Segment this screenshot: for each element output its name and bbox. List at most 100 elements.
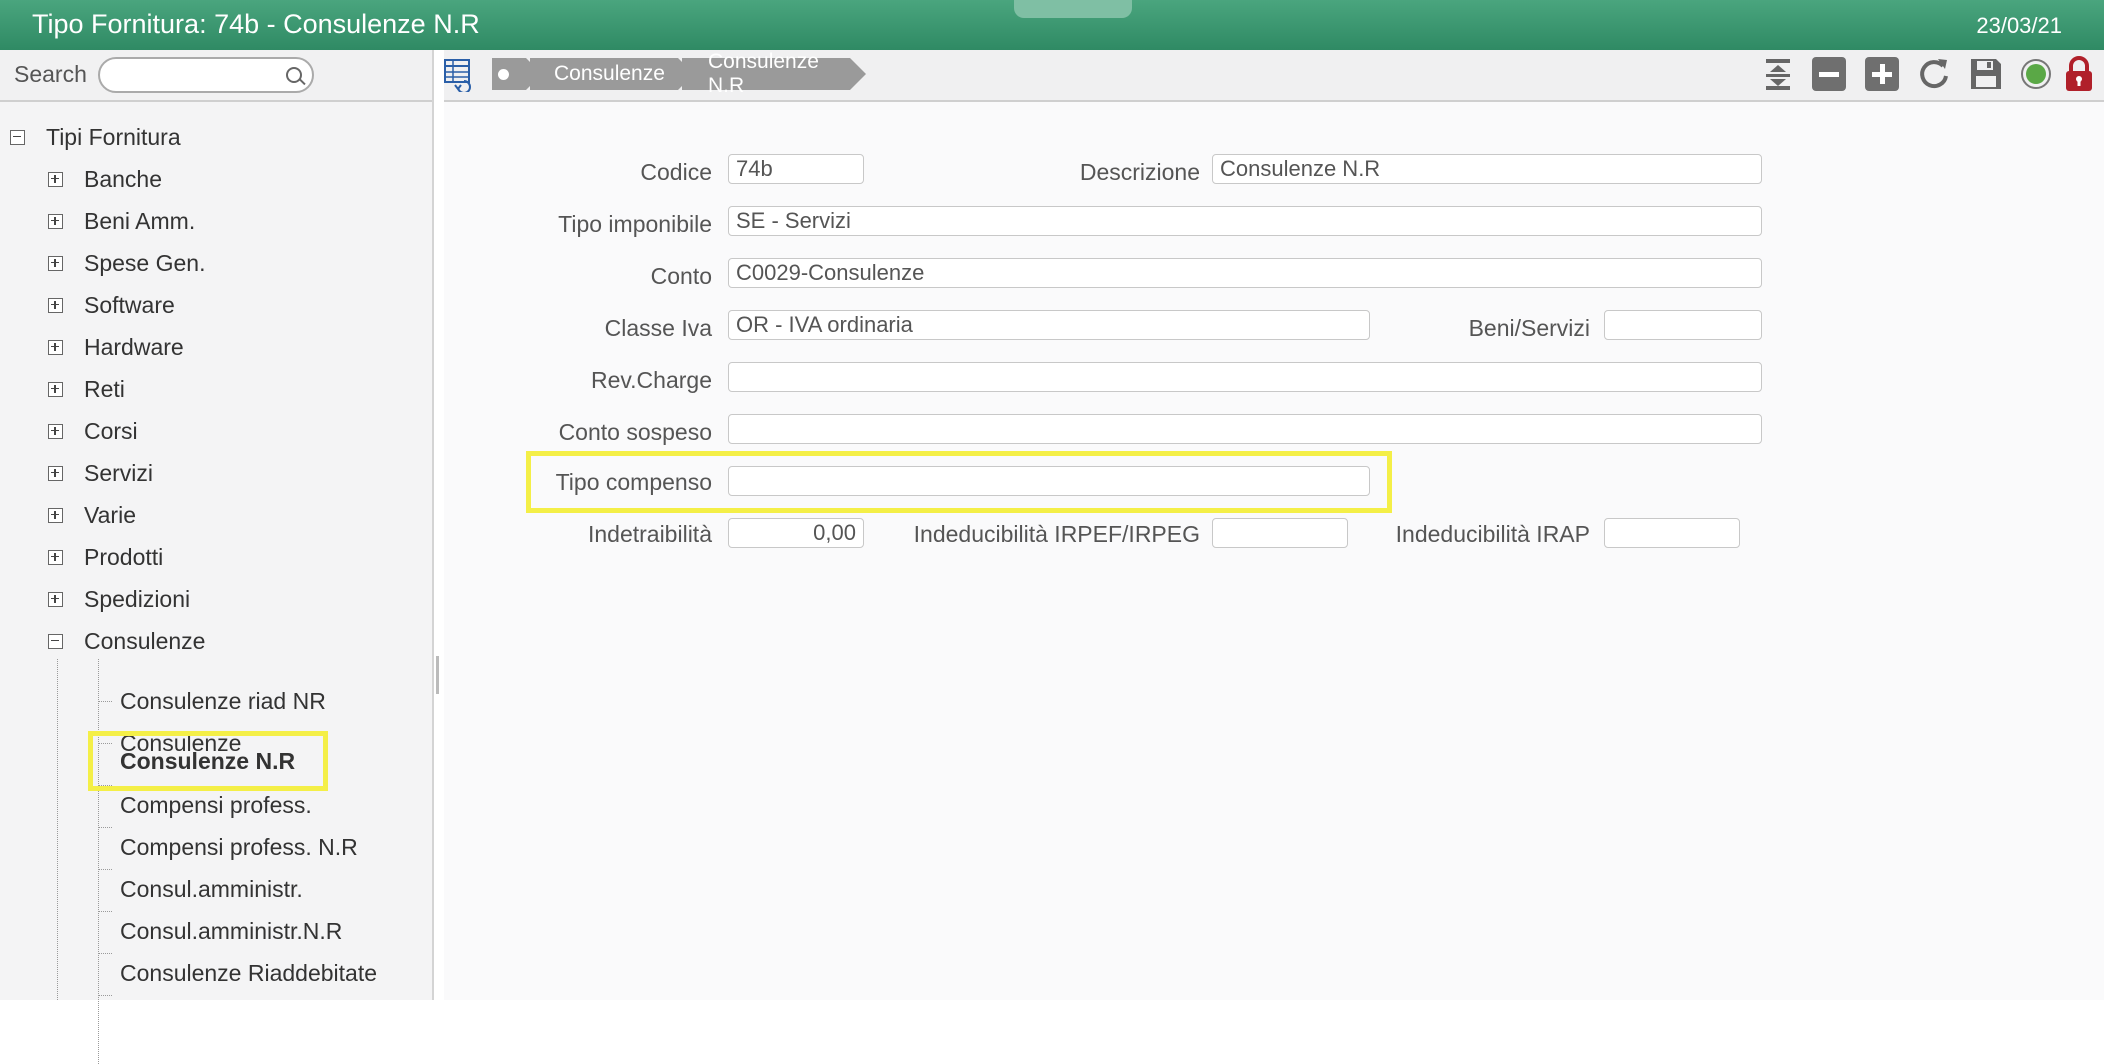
conto-input[interactable]	[729, 259, 1761, 287]
rev-charge-label: Rev.Charge	[590, 367, 712, 393]
expand-toggle-icon[interactable]	[48, 339, 63, 355]
tree-node-root[interactable]: Tipi Fornitura	[10, 120, 181, 154]
tree-node-label: Tipi Fornitura	[46, 123, 181, 150]
codice-label: Codice	[640, 159, 712, 185]
tree-node-varie[interactable]: Varie	[48, 498, 136, 532]
tree-node-label: Software	[84, 291, 175, 318]
status-icon[interactable]	[2018, 56, 2054, 92]
collapse-icon[interactable]	[1760, 56, 1796, 92]
search-input[interactable]	[112, 63, 276, 87]
tree-node-hardware[interactable]: Hardware	[48, 330, 184, 364]
conto-field[interactable]	[728, 258, 1762, 288]
tree-connector	[57, 659, 58, 1000]
tree-leaf-consulenze-riad-nr[interactable]: Consulenze riad NR	[120, 684, 326, 718]
tree-leaf-consul-amministr[interactable]: Consul.amministr.	[120, 872, 303, 906]
expand-toggle-icon[interactable]	[48, 591, 63, 607]
tree-node-label: Varie	[84, 501, 136, 528]
tree-node-label: Spedizioni	[84, 585, 191, 612]
descrizione-input[interactable]	[1213, 155, 1761, 183]
tree-node-label: Banche	[84, 165, 163, 192]
tipo-imponibile-field[interactable]	[728, 206, 1762, 236]
expand-toggle-icon[interactable]	[48, 381, 63, 397]
tree-node-banche[interactable]: Banche	[48, 162, 162, 196]
toolbar: Consulenze Consulenze N.R	[444, 50, 2104, 102]
indeducibilita-irap-input[interactable]	[1605, 519, 1739, 547]
window-title: Tipo Fornitura: 74b - Consulenze N.R	[32, 9, 480, 39]
tree-node-spese-gen[interactable]: Spese Gen.	[48, 246, 205, 280]
sidebar: Search Tipi Fornitura Banche Beni Amm. S…	[0, 50, 434, 1064]
conto-sospeso-input[interactable]	[729, 415, 1761, 443]
collapse-toggle-icon[interactable]	[10, 129, 25, 145]
tree-node-prodotti[interactable]: Prodotti	[48, 540, 163, 574]
table-view-icon[interactable]	[444, 56, 474, 94]
tree-node-spedizioni[interactable]: Spedizioni	[48, 582, 190, 616]
indeducibilita-irap-field[interactable]	[1604, 518, 1740, 548]
add-icon[interactable]	[1865, 57, 1899, 91]
tree-node-label: Beni Amm.	[84, 207, 196, 234]
tree-leaf-compensi-profess-nr[interactable]: Compensi profess. N.R	[120, 830, 358, 864]
tree-node-consulenze[interactable]: Consulenze	[48, 624, 205, 658]
search-bar: Search	[0, 50, 432, 102]
descrizione-field[interactable]	[1212, 154, 1762, 184]
search-icon[interactable]	[286, 67, 302, 83]
tree-node-beni-amm[interactable]: Beni Amm.	[48, 204, 195, 238]
main-panel: Consulenze Consulenze N.R Codice 74b Des…	[444, 50, 2104, 1000]
expand-toggle-icon[interactable]	[48, 297, 63, 313]
indetraibilita-input[interactable]	[729, 519, 863, 547]
current-date: 23/03/21	[1976, 13, 2062, 38]
lock-icon[interactable]	[2061, 56, 2097, 92]
breadcrumb-item-consulenze[interactable]: Consulenze	[530, 58, 697, 90]
indetraibilita-field[interactable]	[728, 518, 864, 548]
plus-glyph-v	[1879, 64, 1885, 84]
expand-toggle-icon[interactable]	[48, 255, 63, 271]
tree-node-corsi[interactable]: Corsi	[48, 414, 138, 448]
tree-node-label: Hardware	[84, 333, 184, 360]
refresh-icon[interactable]	[1916, 56, 1952, 92]
expand-toggle-icon[interactable]	[48, 213, 63, 229]
expand-toggle-icon[interactable]	[48, 465, 63, 481]
indeducibilita-irpef-input[interactable]	[1213, 519, 1347, 547]
classe-iva-input[interactable]	[729, 311, 1369, 339]
collapse-toggle-icon[interactable]	[48, 633, 63, 649]
rev-charge-input[interactable]	[729, 363, 1761, 391]
tree-node-label: Prodotti	[84, 543, 164, 570]
breadcrumb-item-consulenze-nr[interactable]: Consulenze N.R	[682, 50, 866, 97]
tipo-compenso-input[interactable]	[729, 467, 1369, 495]
save-icon[interactable]	[1968, 56, 2004, 92]
rev-charge-field[interactable]	[728, 362, 1762, 392]
codice-input[interactable]	[729, 155, 863, 183]
tree-node-reti[interactable]: Reti	[48, 372, 125, 406]
tree-node-servizi[interactable]: Servizi	[48, 456, 153, 490]
tree-node-label: Corsi	[84, 417, 138, 444]
tree-leaf-consulenze-nr-selected[interactable]: Consulenze N.R	[120, 744, 295, 778]
expand-toggle-icon[interactable]	[48, 507, 63, 523]
tipo-compenso-field[interactable]	[728, 466, 1370, 496]
codice-field[interactable]	[728, 154, 864, 184]
beni-servizi-label: Beni/Servizi	[1468, 315, 1590, 341]
beni-servizi-field[interactable]	[1604, 310, 1762, 340]
panel-resize-handle[interactable]	[436, 656, 439, 694]
search-field[interactable]	[98, 57, 314, 93]
tree-leaf-consulenze-riaddebitate[interactable]: Consulenze Riaddebitate	[120, 956, 377, 990]
indeducibilita-irpef-field[interactable]	[1212, 518, 1348, 548]
window-grip-handle[interactable]	[1014, 0, 1132, 18]
expand-toggle-icon[interactable]	[48, 549, 63, 565]
expand-toggle-icon[interactable]	[48, 171, 63, 187]
classe-iva-field[interactable]	[728, 310, 1370, 340]
tree-node-label: Reti	[84, 375, 125, 402]
tree-node-software[interactable]: Software	[48, 288, 175, 322]
remove-icon[interactable]	[1812, 57, 1846, 91]
tree-node-label: Consulenze	[84, 627, 206, 654]
search-label: Search	[14, 61, 87, 87]
beni-servizi-input[interactable]	[1605, 311, 1761, 339]
tree-connector	[98, 869, 112, 870]
conto-sospeso-field[interactable]	[728, 414, 1762, 444]
breadcrumb-label: Consulenze N.R	[708, 50, 819, 97]
tipo-imponibile-input[interactable]	[729, 207, 1761, 235]
tree-leaf-compensi-profess[interactable]: Compensi profess.	[120, 788, 312, 822]
minus-glyph	[1819, 71, 1839, 77]
tree-leaf-consul-amministr-nr[interactable]: Consul.amministr.N.R	[120, 914, 342, 948]
indetraibilita-label: Indetraibilità	[587, 521, 712, 547]
expand-toggle-icon[interactable]	[48, 423, 63, 439]
breadcrumb-home[interactable]	[492, 58, 545, 90]
